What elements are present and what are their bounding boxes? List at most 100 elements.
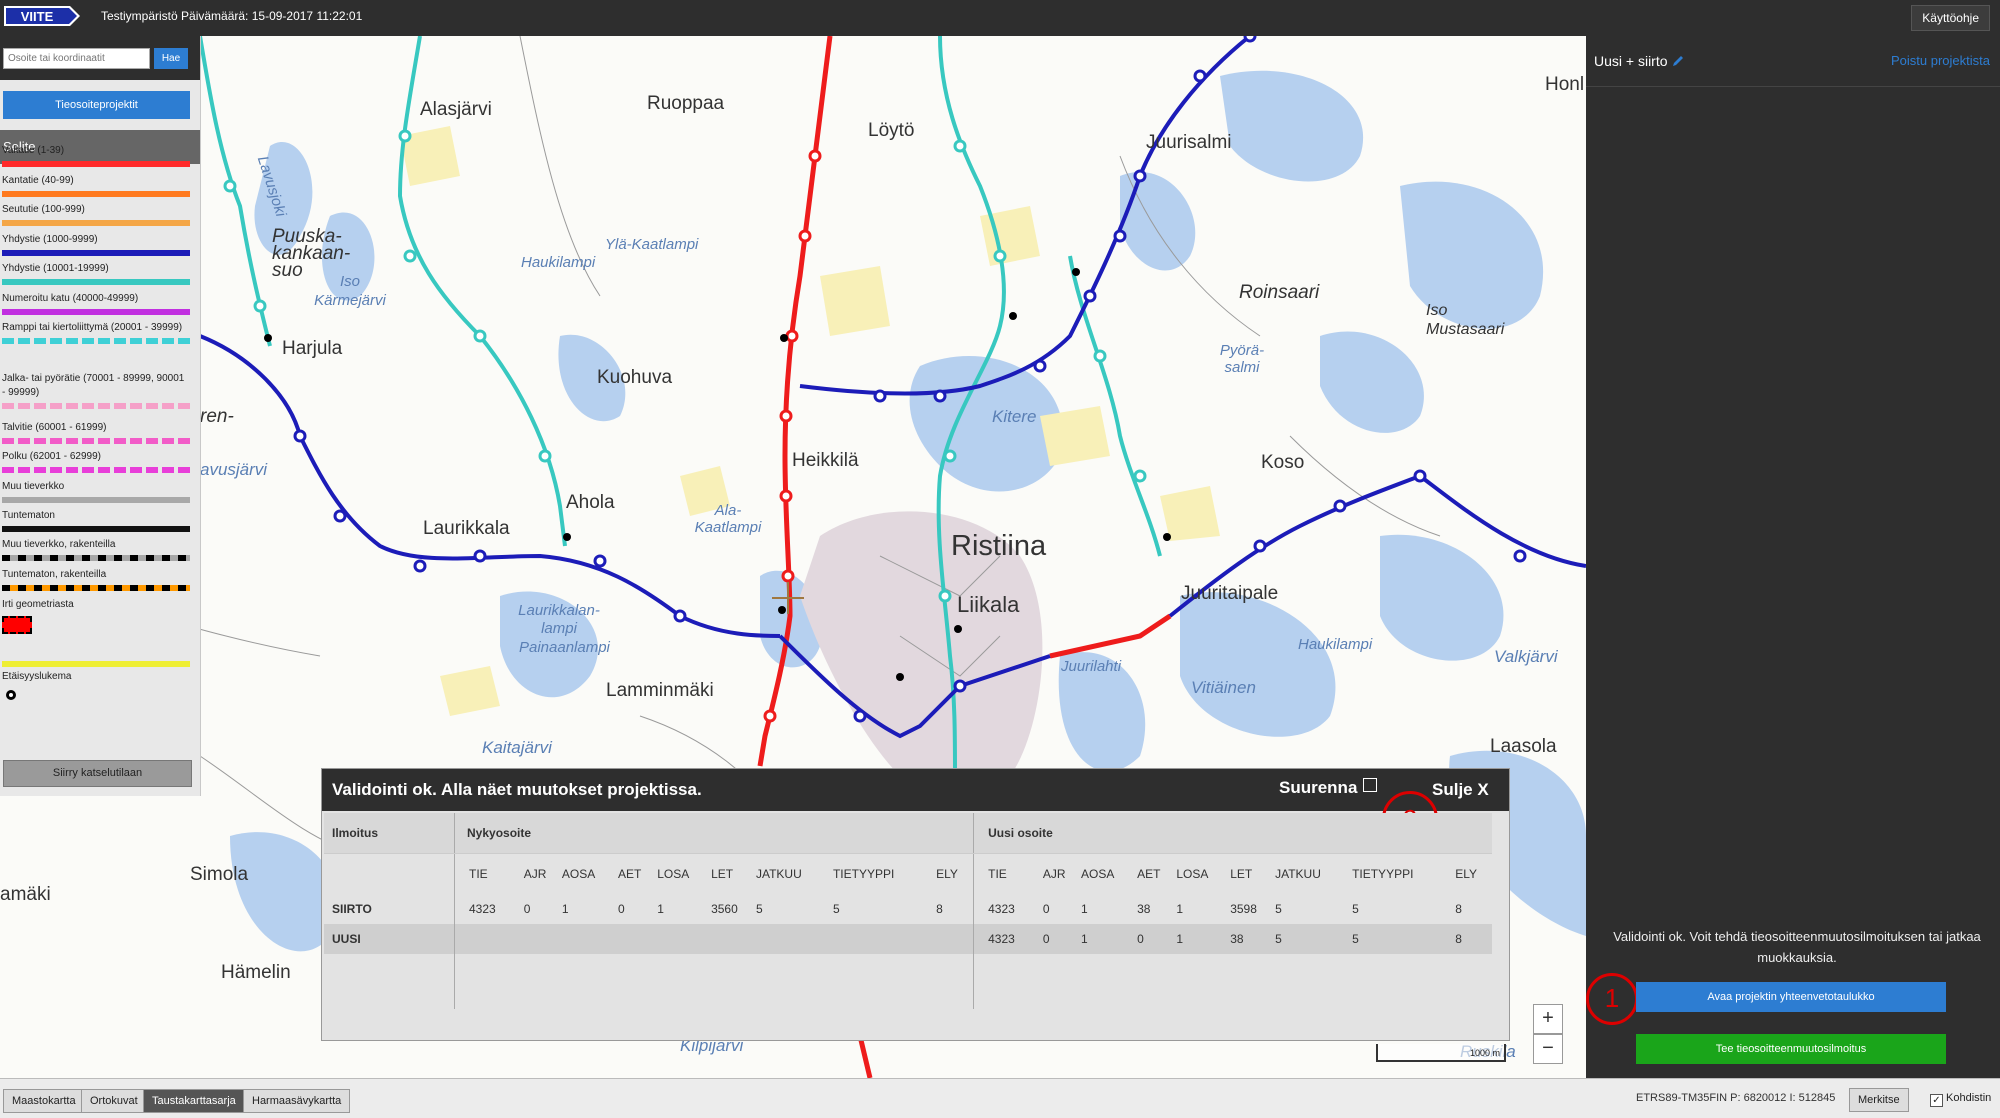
water-label: Iso Kärmejärvi (314, 273, 386, 309)
water-label: Ylä-Kaatlampi (605, 236, 699, 253)
table-cell: 5 (1352, 902, 1359, 916)
place-label: Ristiina (951, 530, 1047, 562)
table-cell: 3560 (711, 902, 738, 916)
enlarge-checkbox[interactable] (1363, 778, 1378, 792)
place-label: Kuohuva (597, 367, 673, 388)
help-button[interactable]: Käyttöohje (1911, 5, 1990, 31)
column-header: TIETYYPPI (1352, 867, 1414, 881)
leave-project-link[interactable]: Poistu projektista (1891, 53, 1990, 68)
create-notice-button[interactable]: Tee tieosoitteenmuutosilmoitus (1636, 1034, 1946, 1064)
table-cell: 4323 (973, 924, 1043, 954)
legend-label: Etäisyyslukema (2, 671, 72, 682)
legend-swatch (2, 526, 190, 532)
legend-swatch (2, 555, 190, 561)
place-label: Alasjärvi (420, 99, 492, 120)
close-button[interactable]: Sulje X (1432, 780, 1489, 800)
enlarge-toggle[interactable]: Suurenna (1279, 778, 1378, 798)
column-header-row: TIE AJR AOSA AET LOSA LET JATKUU TIETYYPPI ELY TI… (324, 853, 1492, 894)
open-summary-button[interactable]: Avaa projektin yhteenvetotaulukko (1636, 982, 1946, 1012)
legend-item: Polku (62001 - 62999) (2, 450, 190, 473)
table-cell: 0 (523, 902, 531, 916)
legend-label: Tuntematon (2, 510, 55, 521)
table-row: SIIRTO 4323 0 1 0 1 3560 5 5 8 4323 0 1 38 1 3598 5 5 8 (324, 894, 1492, 924)
place-label: Ruoppaa (647, 93, 725, 114)
pencil-icon[interactable] (1671, 54, 1685, 68)
search-input[interactable] (3, 48, 150, 69)
zoom-out-button[interactable]: − (1533, 1034, 1563, 1064)
place-label: Löytö (868, 120, 915, 141)
right-panel: Uusi + siirto Poistu projektista Validoi… (1586, 36, 2000, 1078)
basemap-button[interactable]: Harmaasävykartta (243, 1089, 351, 1113)
bottom-bar: Maastokartta Ortokuvat Taustakarttasarja Ha… (0, 1078, 2000, 1118)
dialog-header: Validointi ok. Alla näet muutokset proje… (322, 769, 1509, 811)
legend-item: Muu tieverkko (2, 480, 190, 503)
table-cell (561, 924, 618, 954)
water-label: Haukilampi (521, 254, 596, 271)
basemap-button[interactable]: Maastokartta (3, 1089, 85, 1113)
basemap-button[interactable]: Taustakarttasarja (143, 1089, 245, 1113)
legend-swatch (2, 309, 190, 315)
legend-item: Irti geometriasta (2, 598, 190, 634)
table-cell: 0 (1137, 924, 1177, 954)
detached-geometry-icon (2, 616, 32, 634)
basemap-button[interactable]: Ortokuvat (81, 1089, 147, 1113)
legend-label: Muu tieverkko, rakenteilla (2, 539, 116, 550)
water-label: Kaitajärvi (482, 738, 552, 757)
table-cell: 4323 (469, 902, 496, 916)
table-cell (711, 924, 756, 954)
legend-item: Valtatie (1-39) (2, 144, 190, 167)
distance-marker-icon (6, 690, 16, 700)
legend-item: Talvitie (60001 - 61999) (2, 421, 190, 444)
crosshair-label: Kohdistin (1946, 1092, 1992, 1104)
place-label: Simola (190, 864, 249, 885)
column-header: TIE (469, 867, 488, 881)
table-cell: 8 (936, 894, 975, 924)
place-label: Heikkilä (792, 450, 859, 471)
table-cell: 8 (1455, 924, 1492, 954)
row-type: UUSI (324, 924, 455, 954)
search-button[interactable]: Hae (154, 48, 188, 69)
top-bar: VIITE Testiympäristö Päivämäärä: 15-09-2… (0, 0, 2000, 36)
legend-item: Yhdystie (1000-9999) (2, 233, 190, 256)
viite-logo[interactable]: VIITE (4, 6, 80, 26)
place-label: Koso (1261, 452, 1305, 473)
crosshair-checkbox[interactable]: ✓ (1930, 1094, 1943, 1107)
water-label: Juurilahti (1061, 658, 1122, 675)
legend-item (2, 658, 190, 667)
table-cell: 5 (1352, 924, 1456, 954)
place-label: Lamminmäki (606, 680, 714, 701)
table-cell: 8 (1455, 902, 1462, 916)
table-cell: 38 (1137, 902, 1151, 916)
legend-label: Tuntematon, rakenteilla (2, 569, 107, 580)
view-mode-button[interactable]: Siirry katselutilaan (3, 760, 192, 787)
table-cell: 1 (561, 902, 569, 916)
column-header: ELY (1455, 867, 1478, 881)
legend-label: Seututie (100-999) (2, 204, 85, 215)
legend-swatch (2, 438, 190, 444)
column-header: AOSA (561, 867, 596, 881)
header-new: Uusi osoite (973, 813, 1492, 854)
header-current: Nykyosoite (454, 813, 975, 854)
legend-item: Kantatie (40-99) (2, 174, 190, 197)
place-label: Ahola (566, 492, 615, 513)
legend-swatch (2, 497, 190, 503)
water-label: Pyörä-salmi (1219, 342, 1265, 376)
legend-item: Numeroitu katu (40000-49999) (2, 292, 190, 315)
changes-table: Ilmoitus Nykyosoite Uusi osoite TIE AJR AO… (324, 813, 1492, 1009)
place-label: Iso Mustasaari (1426, 302, 1505, 338)
column-header: AOSA (1081, 867, 1115, 881)
table-cell: 38 (1230, 924, 1276, 954)
mark-button[interactable]: Merkitse (1849, 1088, 1909, 1112)
annotation-marker-1: 1 (1586, 973, 1638, 1025)
legend-swatch (2, 338, 190, 344)
table-cell: 5 (755, 902, 763, 916)
legend-label: Valtatie (1-39) (2, 145, 65, 156)
crosshair-toggle[interactable]: ✓ Kohdistin (1930, 1092, 1991, 1107)
water-label: Valkjärvi (1494, 647, 1558, 666)
column-header: TIE (988, 867, 1007, 881)
road-projects-button[interactable]: Tieosoiteprojektit (3, 91, 190, 119)
column-header: JATKUU (755, 867, 802, 881)
header-notice: Ilmoitus (324, 813, 455, 854)
water-label: avusjärvi (200, 460, 268, 479)
zoom-in-button[interactable]: + (1533, 1004, 1563, 1034)
